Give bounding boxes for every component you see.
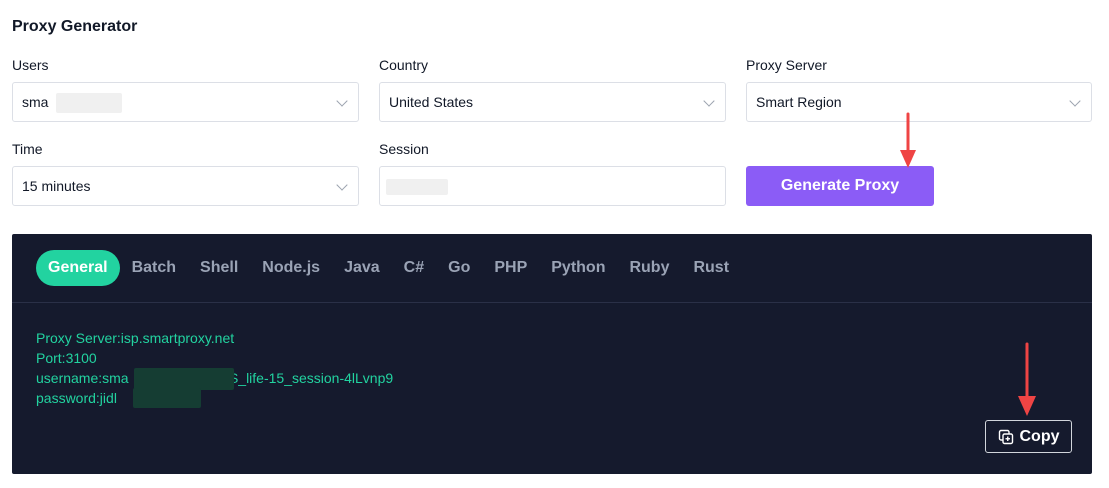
code-panel: General Batch Shell Node.js Java C# Go P… — [12, 234, 1092, 474]
divider — [12, 302, 1092, 303]
tab-go[interactable]: Go — [436, 250, 482, 286]
session-input[interactable] — [379, 166, 726, 206]
chevron-down-icon — [703, 95, 715, 107]
code-line: password:jidl — [36, 390, 117, 406]
copy-button-label: Copy — [1019, 427, 1060, 445]
copy-button[interactable]: Copy — [985, 420, 1072, 453]
tab-php[interactable]: PHP — [482, 250, 539, 286]
copy-icon — [998, 429, 1013, 444]
time-label: Time — [12, 141, 43, 157]
country-select[interactable]: United States — [379, 82, 726, 122]
country-label: Country — [379, 57, 429, 73]
annotation-arrow-icon — [900, 112, 916, 168]
proxy-server-label: Proxy Server — [746, 57, 827, 73]
page-title: Proxy Generator — [12, 18, 138, 35]
proxy-generator-page: Proxy Generator Users Country Proxy Serv… — [0, 0, 1109, 488]
tab-python[interactable]: Python — [539, 250, 617, 286]
generate-proxy-button[interactable]: Generate Proxy — [746, 166, 934, 206]
chevron-down-icon — [336, 95, 348, 107]
users-label: Users — [12, 57, 49, 73]
proxy-server-select[interactable]: Smart Region — [746, 82, 1092, 122]
time-select[interactable]: 15 minutes — [12, 166, 359, 206]
tab-rust[interactable]: Rust — [681, 250, 741, 286]
tab-general[interactable]: General — [36, 250, 120, 286]
proxy-server-select-value: Smart Region — [756, 94, 842, 110]
redaction-mask — [56, 93, 122, 113]
redaction-mask — [386, 179, 448, 195]
code-output: Proxy Server:isp.smartproxy.net Port:310… — [36, 328, 393, 408]
language-tabs: General Batch Shell Node.js Java C# Go P… — [36, 250, 741, 286]
country-select-value: United States — [389, 94, 474, 110]
tab-shell[interactable]: Shell — [188, 250, 250, 286]
annotation-arrow-icon — [1018, 342, 1036, 416]
tab-java[interactable]: Java — [332, 250, 392, 286]
tab-batch[interactable]: Batch — [120, 250, 188, 286]
chevron-down-icon — [1069, 95, 1081, 107]
time-select-value: 15 minutes — [22, 178, 91, 194]
redaction-mask — [133, 388, 201, 408]
users-select-value: sma — [22, 94, 49, 110]
code-line: Proxy Server:isp.smartproxy.net — [36, 330, 235, 346]
code-line-container: username:sma a-US_life-15_session-4lLvnp… — [36, 368, 393, 390]
tab-nodejs[interactable]: Node.js — [250, 250, 332, 286]
tab-csharp[interactable]: C# — [392, 250, 436, 286]
code-line-container: password:jidl — [36, 388, 393, 408]
users-select[interactable]: sma — [12, 82, 359, 122]
chevron-down-icon — [336, 179, 348, 191]
redaction-mask — [134, 368, 234, 390]
tab-ruby[interactable]: Ruby — [617, 250, 681, 286]
session-label: Session — [379, 141, 429, 157]
code-line: Port:3100 — [36, 350, 97, 366]
